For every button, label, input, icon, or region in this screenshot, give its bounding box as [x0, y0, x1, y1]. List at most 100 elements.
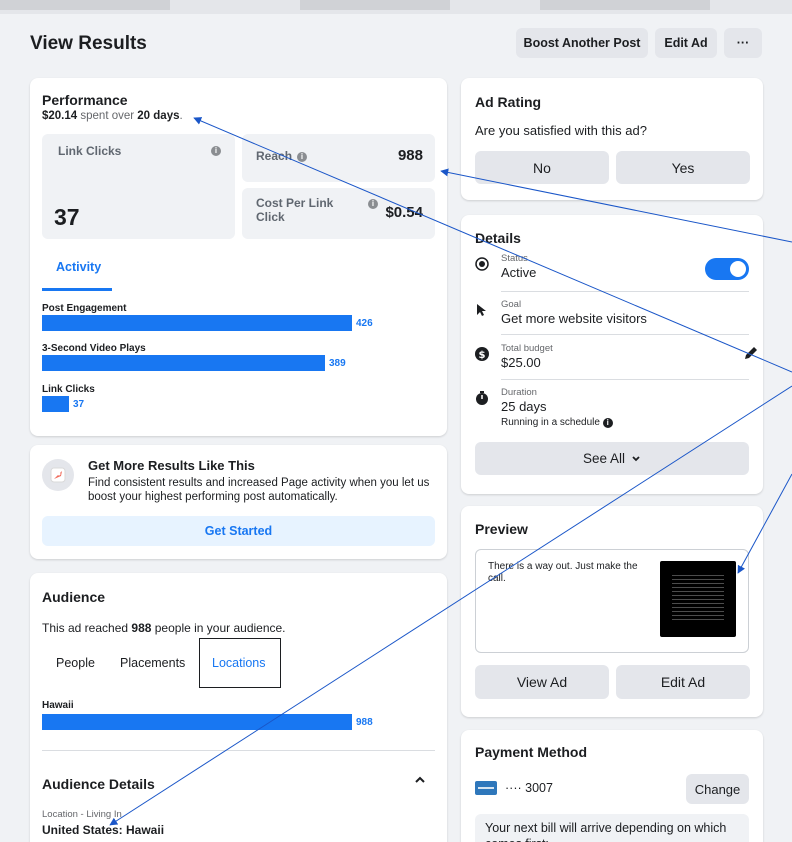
- ad-rating-title: Ad Rating: [475, 94, 542, 110]
- more-options-button[interactable]: ···: [724, 28, 762, 58]
- divider: [42, 750, 435, 751]
- page-title: View Results: [30, 33, 147, 54]
- audience-reached-text: This ad reached 988 people in your audie…: [42, 621, 286, 635]
- info-icon[interactable]: i: [211, 146, 221, 156]
- view-ad-button[interactable]: View Ad: [475, 665, 609, 699]
- details-title: Details: [475, 230, 521, 246]
- preview-post-text: There is a way out. Just make the call.: [488, 561, 638, 584]
- location-bar: [42, 714, 352, 730]
- link-clicks-value: 37: [54, 204, 80, 230]
- divider: [501, 291, 749, 292]
- budget-row: $ Total budget $25.00: [475, 343, 757, 379]
- goal-value: Get more website visitors: [501, 311, 647, 326]
- card-number: ···· 3007: [505, 781, 553, 795]
- spent-days: 20 days: [137, 110, 180, 122]
- edit-ad-header-button[interactable]: Edit Ad: [655, 28, 717, 58]
- cpc-label: Cost Per Link Click: [256, 196, 334, 224]
- audience-card: Audience This ad reached 988 people in y…: [30, 573, 447, 842]
- reach-box: Reach i 988: [242, 134, 435, 182]
- see-all-button[interactable]: See All: [475, 442, 749, 475]
- duration-note: Running in a schedule i: [501, 417, 613, 428]
- location-value: United States: Hawaii: [42, 823, 165, 837]
- location-bar-label: Hawaii: [42, 700, 74, 711]
- dollar-icon: $: [475, 347, 489, 361]
- link-clicks-box: Link Clicks i 37: [42, 134, 235, 239]
- reach-value: 988: [397, 147, 423, 164]
- pencil-icon[interactable]: [743, 345, 759, 361]
- activity-bar-value: 426: [356, 318, 373, 329]
- boost-another-post-button[interactable]: Boost Another Post: [516, 28, 648, 58]
- see-all-label: See All: [582, 451, 626, 466]
- goal-row: Goal Get more website visitors: [475, 299, 749, 335]
- divider: [501, 334, 749, 335]
- status-label: Status: [501, 253, 528, 264]
- preview-title: Preview: [475, 521, 528, 537]
- change-payment-button[interactable]: Change: [686, 774, 749, 804]
- status-value: Active: [501, 265, 537, 280]
- performance-card: Performance $20.14 spent over 20 days. L…: [30, 78, 447, 436]
- chevron-up-icon[interactable]: [413, 773, 427, 787]
- cursor-icon: [475, 303, 489, 317]
- status-row: Status Active: [475, 253, 749, 289]
- activity-bar-value: 389: [329, 358, 346, 369]
- yes-button[interactable]: Yes: [616, 151, 750, 184]
- promo-title: Get More Results Like This: [88, 458, 255, 473]
- cpc-value: $0.54: [385, 204, 423, 221]
- reached-suffix: people in your audience.: [151, 621, 286, 635]
- reached-prefix: This ad reached: [42, 621, 132, 635]
- info-icon[interactable]: i: [368, 199, 378, 209]
- no-button[interactable]: No: [475, 151, 609, 184]
- spent-amount: $20.14: [42, 110, 78, 122]
- duration-note-text: Running in a schedule: [501, 417, 600, 428]
- activity-bar: [42, 315, 352, 331]
- chevron-down-icon: [632, 455, 640, 461]
- edit-ad-button[interactable]: Edit Ad: [616, 665, 750, 699]
- audience-details-title: Audience Details: [42, 776, 155, 792]
- tab-placements[interactable]: Placements: [120, 656, 185, 670]
- info-icon[interactable]: i: [602, 418, 613, 428]
- ad-rating-question: Are you satisfied with this ad?: [475, 123, 647, 138]
- reach-label: Reach: [256, 149, 293, 163]
- reached-count: 988: [131, 621, 152, 635]
- activity-bar: [42, 396, 69, 412]
- tab-activity[interactable]: Activity: [56, 260, 101, 274]
- get-started-button[interactable]: Get Started: [42, 516, 435, 546]
- activity-bar-label: Post Engagement: [42, 303, 127, 314]
- preview-image: [660, 561, 736, 637]
- stopwatch-icon: [475, 391, 489, 405]
- browser-strip: [0, 0, 792, 14]
- link-clicks-label: Link Clicks: [58, 144, 122, 158]
- tab-locations[interactable]: Locations: [212, 656, 266, 670]
- rocket-icon: [42, 459, 74, 491]
- audience-title: Audience: [42, 589, 106, 605]
- activity-bar-label: Link Clicks: [42, 384, 95, 395]
- promo-card: Get More Results Like This Find consiste…: [30, 445, 447, 559]
- credit-card-icon: [475, 781, 497, 795]
- budget-label: Total budget: [501, 343, 553, 354]
- tab-people[interactable]: People: [56, 656, 95, 670]
- spent-suffix: .: [179, 110, 183, 122]
- details-card: Details Status Active Goal Get more webs…: [461, 215, 763, 494]
- preview-frame[interactable]: There is a way out. Just make the call.: [475, 549, 749, 653]
- radio-icon: [475, 257, 489, 271]
- tab-activity-underline: [42, 288, 112, 291]
- duration-row: Duration 25 days Running in a schedule i: [475, 387, 749, 437]
- performance-title: Performance: [42, 92, 128, 108]
- svg-text:$: $: [479, 350, 486, 361]
- next-bill-notice: Your next bill will arrive depending on …: [475, 814, 749, 842]
- info-icon[interactable]: i: [297, 152, 307, 162]
- promo-text: Find consistent results and increased Pa…: [88, 477, 430, 503]
- goal-label: Goal: [501, 299, 522, 310]
- payment-card: Payment Method ···· 3007 Change Your nex…: [461, 730, 763, 842]
- duration-label: Duration: [501, 387, 537, 398]
- activity-bar: [42, 355, 325, 371]
- budget-value: $25.00: [501, 355, 541, 370]
- preview-card: Preview There is a way out. Just make th…: [461, 506, 763, 717]
- divider: [501, 379, 749, 380]
- status-toggle[interactable]: [705, 258, 749, 280]
- cost-per-link-click-box: Cost Per Link Click i $0.54: [242, 188, 435, 239]
- activity-bar-label: 3-Second Video Plays: [42, 343, 146, 354]
- duration-value: 25 days: [501, 399, 547, 414]
- activity-bar-value: 37: [73, 399, 85, 410]
- payment-title: Payment Method: [475, 744, 588, 760]
